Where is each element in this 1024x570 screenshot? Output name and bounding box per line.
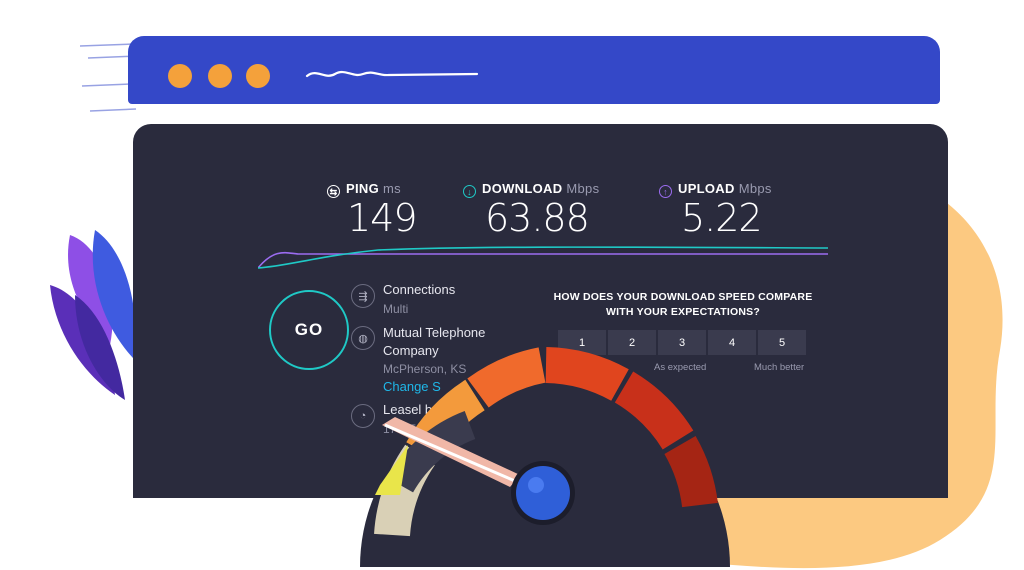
connections-value[interactable]: Multi bbox=[383, 302, 408, 316]
ping-label-text: PING bbox=[346, 181, 379, 196]
upload-value: 5.22 bbox=[681, 196, 763, 240]
download-value: 63.88 bbox=[485, 196, 590, 240]
rating-button-5[interactable]: 5 bbox=[758, 330, 806, 355]
ping-value: 149 bbox=[347, 196, 418, 240]
upload-arrow-icon: ↑ bbox=[659, 185, 672, 198]
go-button[interactable]: GO bbox=[269, 290, 349, 370]
ping-icon: ⇆ bbox=[327, 185, 340, 198]
survey-question-line2: WITH YOUR EXPECTATIONS? bbox=[606, 306, 760, 318]
illustration-stage: ⇆ PING ms 149 ↓ DOWNLOAD Mbps 63.88 ↑ UPLOAD M… bbox=[0, 0, 1024, 569]
speed-graph bbox=[258, 246, 828, 269]
address-squiggle-decoration bbox=[305, 70, 479, 78]
window-dot bbox=[168, 64, 192, 88]
upload-label-text: UPLOAD bbox=[678, 181, 735, 196]
download-unit: Mbps bbox=[566, 181, 600, 196]
download-graph-line bbox=[258, 246, 828, 269]
survey-question-line1: HOW DOES YOUR DOWNLOAD SPEED COMPARE bbox=[553, 291, 813, 303]
download-arrow-icon: ↓ bbox=[463, 185, 476, 198]
window-dot bbox=[208, 64, 232, 88]
rating-caption-much-better: Much better bbox=[754, 362, 805, 373]
speedometer-gauge-decoration bbox=[360, 347, 730, 567]
ping-unit: ms bbox=[382, 181, 401, 196]
connections-icon: ⇶ bbox=[351, 284, 375, 308]
download-label-text: DOWNLOAD bbox=[482, 181, 563, 196]
upload-unit: Mbps bbox=[738, 181, 772, 196]
survey-question: HOW DOES YOUR DOWNLOAD SPEED COMPARE WIT… bbox=[548, 290, 818, 320]
window-dot bbox=[246, 64, 270, 88]
connections-title: Connections bbox=[383, 282, 456, 297]
